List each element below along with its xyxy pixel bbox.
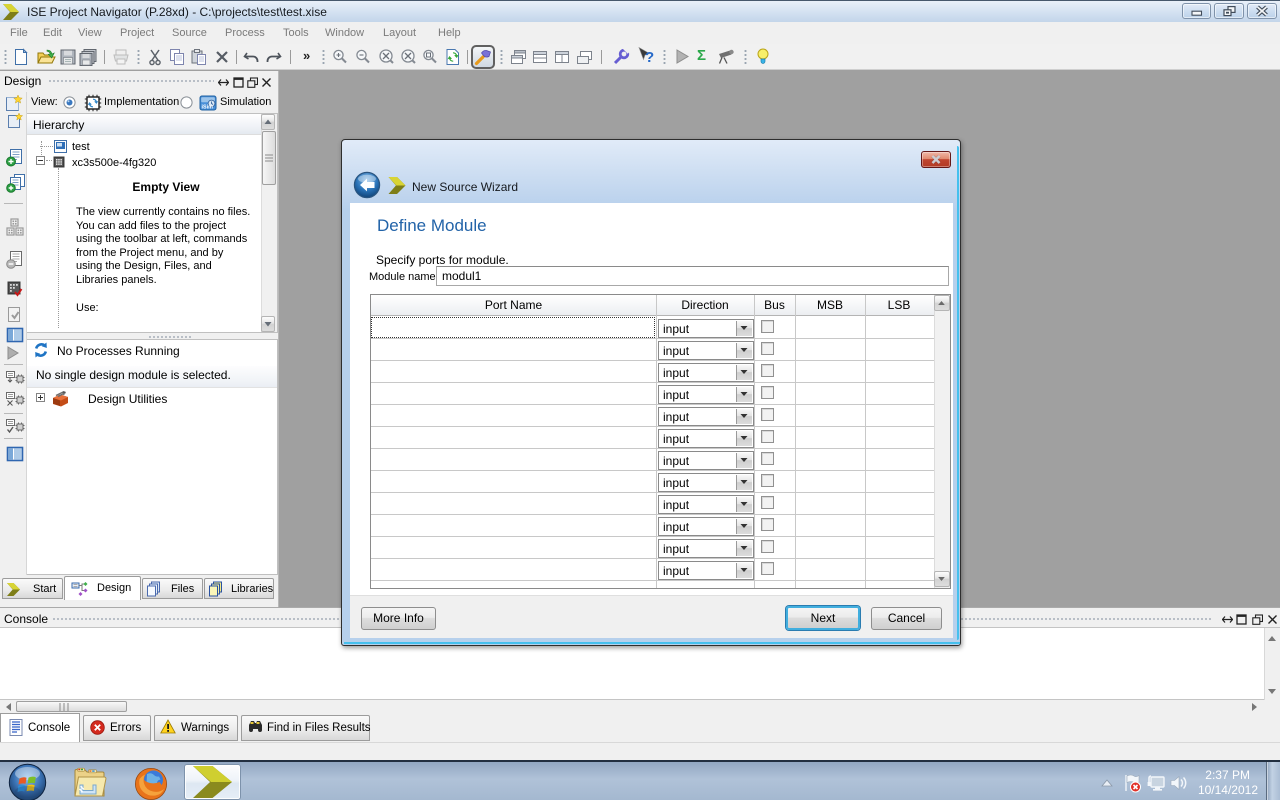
svg-text:iSim: iSim	[202, 105, 214, 111]
svg-text:?: ?	[645, 49, 654, 66]
